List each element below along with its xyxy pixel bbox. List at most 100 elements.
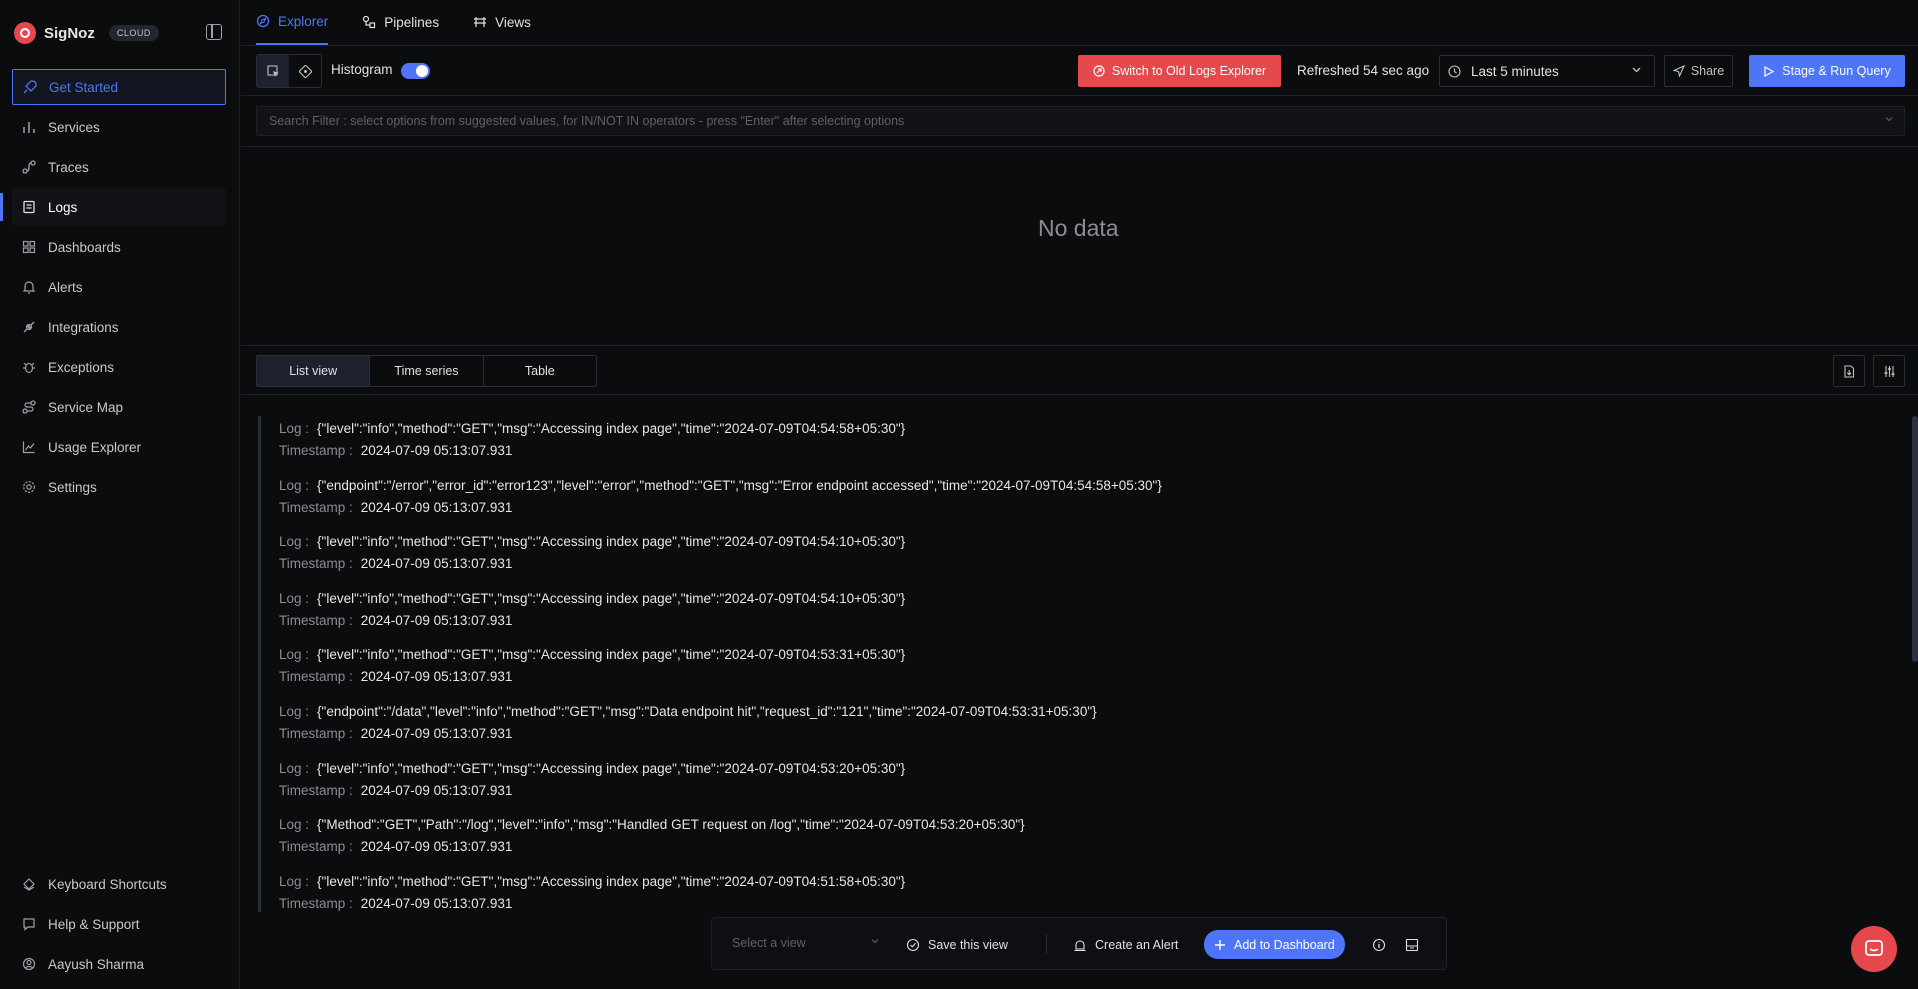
panel-toggle-button[interactable] bbox=[1400, 930, 1424, 959]
plus-icon bbox=[1214, 939, 1226, 951]
log-list-scrollbar[interactable] bbox=[1912, 416, 1918, 662]
timestamp-key: Timestamp : bbox=[279, 669, 353, 685]
create-alert-button[interactable]: Create an Alert bbox=[1063, 930, 1188, 959]
log-row[interactable]: Log : {"endpoint":"/data","level":"info",… bbox=[258, 698, 1898, 756]
log-body: {"level":"info","method":"GET","msg":"Ac… bbox=[317, 590, 906, 606]
log-row[interactable]: Log : {"Method":"GET","Path":"/log","leve… bbox=[258, 812, 1898, 869]
share-label: Share bbox=[1690, 64, 1725, 78]
histogram-toggle[interactable] bbox=[401, 63, 430, 79]
route-icon bbox=[22, 400, 36, 414]
sidebar-item-label: Service Map bbox=[48, 399, 124, 415]
cursor-icon bbox=[266, 64, 280, 78]
download-button[interactable] bbox=[1833, 355, 1865, 387]
log-row[interactable]: Log : {"level":"info","method":"GET","msg… bbox=[258, 416, 1898, 473]
add-to-dashboard-button[interactable]: Add to Dashboard bbox=[1204, 930, 1345, 959]
refreshed-status: Refreshed 54 sec ago bbox=[1297, 63, 1430, 78]
plug-icon bbox=[22, 320, 36, 334]
tab-label: Explorer bbox=[278, 13, 329, 29]
log-list: Log : {"level":"info","method":"GET","msg… bbox=[258, 416, 1898, 912]
log-row[interactable]: Log : {"level":"info","method":"GET","msg… bbox=[258, 529, 1898, 586]
bottom-action-bar: Select a view Save this view Create an A… bbox=[711, 917, 1447, 970]
sidebar-item-label: Exceptions bbox=[48, 359, 115, 375]
log-row[interactable]: Log : {"level":"info","method":"GET","msg… bbox=[258, 868, 1898, 912]
toolbar: Histogram Switch to Old Logs Explorer Re… bbox=[241, 47, 1918, 96]
sidebar-item-label: Logs bbox=[48, 199, 78, 215]
query-builder-mode-button[interactable] bbox=[257, 55, 289, 87]
logs-icon bbox=[22, 200, 36, 214]
sidebar-item-exceptions[interactable]: Exceptions bbox=[12, 349, 226, 385]
sidebar-item-label: Traces bbox=[48, 159, 89, 175]
log-key: Log : bbox=[279, 421, 310, 436]
switch-old-explorer-button[interactable]: Switch to Old Logs Explorer bbox=[1078, 55, 1281, 87]
log-row[interactable]: Log : {"endpoint":"/error","error_id":"er… bbox=[258, 472, 1898, 530]
tab-table[interactable]: Table bbox=[484, 356, 596, 386]
sidebar-item-traces[interactable]: Traces bbox=[12, 149, 226, 185]
log-row[interactable]: Log : {"level":"info","method":"GET","msg… bbox=[258, 585, 1898, 643]
select-view-dropdown[interactable]: Select a view bbox=[732, 936, 879, 950]
stage-run-query-button[interactable]: Stage & Run Query bbox=[1749, 55, 1905, 87]
log-timestamp: 2024-07-09 05:13:07.931 bbox=[360, 612, 513, 628]
timestamp-key: Timestamp : bbox=[279, 499, 353, 515]
info-button[interactable] bbox=[1367, 930, 1391, 959]
collapse-sidebar-icon[interactable] bbox=[206, 24, 222, 40]
gear-icon bbox=[22, 480, 36, 494]
brand[interactable]: SigNoz CLOUD bbox=[14, 22, 159, 44]
format-options-button[interactable] bbox=[1873, 355, 1905, 387]
tab-pipelines[interactable]: Pipelines bbox=[362, 0, 439, 45]
sidebar-item-services[interactable]: Services bbox=[12, 109, 226, 145]
sidebar-item-label: Dashboards bbox=[48, 239, 121, 255]
sidebar-item-help-support[interactable]: Help & Support bbox=[12, 906, 226, 942]
tab-time-series[interactable]: Time series bbox=[370, 356, 484, 386]
chevron-down-icon bbox=[1631, 64, 1642, 75]
send-icon bbox=[1672, 65, 1685, 77]
log-key: Log : bbox=[279, 534, 310, 550]
log-key: Log : bbox=[279, 760, 310, 776]
sidebar-item-service-map[interactable]: Service Map bbox=[12, 389, 226, 425]
sidebar-item-dashboards[interactable]: Dashboards bbox=[12, 229, 226, 265]
share-button[interactable]: Share bbox=[1664, 55, 1733, 87]
compass-icon bbox=[256, 14, 270, 28]
log-timestamp: 2024-07-09 05:13:07.931 bbox=[360, 499, 513, 515]
sidebar-item-keyboard-shortcuts[interactable]: Keyboard Shortcuts bbox=[12, 866, 226, 902]
log-row[interactable]: Log : {"level":"info","method":"GET","msg… bbox=[258, 755, 1898, 813]
log-timestamp: 2024-07-09 05:13:07.931 bbox=[360, 895, 513, 911]
sidebar-item-label: Services bbox=[48, 119, 100, 135]
sidebar-item-get-started[interactable]: Get Started bbox=[12, 69, 226, 105]
sidebar-item-user[interactable]: Aayush Sharma bbox=[12, 946, 226, 982]
tab-views[interactable]: Views bbox=[473, 0, 531, 45]
log-key: Log : bbox=[279, 703, 310, 719]
stage-run-label: Stage & Run Query bbox=[1782, 64, 1891, 78]
sidebar-item-settings[interactable]: Settings bbox=[12, 469, 226, 505]
sidebar-item-label: Settings bbox=[48, 479, 97, 495]
tab-explorer[interactable]: Explorer bbox=[256, 0, 329, 45]
switch-old-label: Switch to Old Logs Explorer bbox=[1111, 64, 1267, 78]
save-view-button[interactable]: Save this view bbox=[896, 930, 1018, 959]
log-timestamp: 2024-07-09 05:13:07.931 bbox=[360, 556, 513, 572]
search-filter-input[interactable]: Search Filter : select options from sugg… bbox=[256, 106, 1905, 136]
search-placeholder: Search Filter : select options from sugg… bbox=[269, 114, 905, 128]
histogram-label: Histogram bbox=[331, 62, 393, 77]
log-row[interactable]: Log : {"level":"info","method":"GET","msg… bbox=[258, 642, 1898, 699]
tab-list-view[interactable]: List view bbox=[257, 356, 371, 386]
log-key: Log : bbox=[279, 590, 310, 606]
sidebar-item-usage-explorer[interactable]: Usage Explorer bbox=[12, 429, 226, 465]
sidebar-item-label: Help & Support bbox=[48, 916, 140, 932]
sidebar-item-label: Usage Explorer bbox=[48, 439, 142, 455]
sidebar-item-alerts[interactable]: Alerts bbox=[12, 269, 226, 305]
histogram-panel: No data bbox=[241, 146, 1918, 346]
no-data-text: No data bbox=[1038, 215, 1119, 241]
bell-icon bbox=[22, 280, 36, 294]
clickhouse-mode-button[interactable] bbox=[289, 55, 321, 87]
cloud-badge: CLOUD bbox=[108, 25, 159, 41]
sidebar-item-logs[interactable]: Logs bbox=[0, 189, 226, 225]
time-range-select[interactable]: Last 5 minutes bbox=[1439, 55, 1655, 87]
log-body: {"endpoint":"/data","level":"info","meth… bbox=[317, 703, 1097, 719]
timestamp-key: Timestamp : bbox=[279, 895, 353, 911]
sidebar-item-integrations[interactable]: Integrations bbox=[12, 309, 226, 345]
chat-support-button[interactable] bbox=[1851, 926, 1897, 972]
views-icon bbox=[473, 15, 487, 29]
log-body: {"Method":"GET","Path":"/log","level":"i… bbox=[317, 817, 1025, 833]
tab-label: Views bbox=[495, 14, 531, 30]
timestamp-key: Timestamp : bbox=[279, 782, 353, 798]
timestamp-key: Timestamp : bbox=[279, 443, 353, 458]
